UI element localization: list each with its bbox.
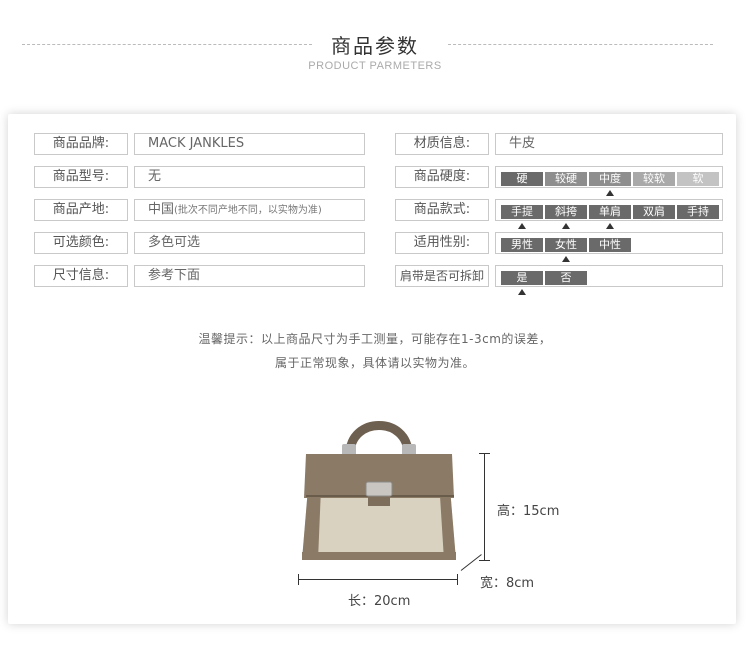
height-line-cap-bottom bbox=[479, 560, 490, 561]
origin-country: 中国 bbox=[148, 202, 175, 217]
style-options: 手提 斜挎 单肩 双肩 手持 bbox=[495, 199, 723, 221]
gender-options: 男性 女性 中性 bbox=[495, 232, 723, 254]
height-dimension: 高：15cm bbox=[497, 504, 560, 519]
gender-selected-marker bbox=[562, 256, 570, 262]
strap-label: 肩带是否可拆卸 bbox=[395, 265, 489, 287]
tip-line-1: 温馨提示：以上商品尺寸为手工测量，可能存在1-3cm的误差， bbox=[198, 332, 552, 346]
model-label: 商品型号: bbox=[34, 166, 128, 188]
strap-options: 是 否 bbox=[495, 265, 723, 287]
page-title: 商品参数 bbox=[331, 34, 419, 58]
height-line bbox=[484, 453, 485, 561]
hardness-option-fairly-soft: 较软 bbox=[633, 172, 675, 186]
page-subtitle: PRODUCT PARMETERS bbox=[308, 60, 442, 72]
bag-handle bbox=[345, 421, 413, 455]
length-line-cap-right bbox=[457, 574, 458, 585]
section-header: 商品参数 PRODUCT PARMETERS bbox=[0, 0, 750, 90]
hardness-options: 硬 较硬 中度 较软 软 bbox=[495, 166, 723, 188]
origin-label: 商品产地: bbox=[34, 199, 128, 221]
style-option-clutch: 手持 bbox=[677, 205, 719, 219]
hardness-option-medium: 中度 bbox=[589, 172, 631, 186]
length-line-cap-left bbox=[298, 574, 299, 585]
gender-label: 适用性别: bbox=[395, 232, 489, 254]
handbag-image bbox=[302, 421, 456, 560]
gender-option-female: 女性 bbox=[545, 238, 587, 252]
model-value: 无 bbox=[134, 166, 365, 188]
height-line-cap-top bbox=[479, 453, 490, 454]
style-selected-marker-crossbody bbox=[562, 223, 570, 229]
style-label: 商品款式: bbox=[395, 199, 489, 221]
hardness-option-fairly-hard: 较硬 bbox=[545, 172, 587, 186]
origin-value: 中国(批次不同产地不同，以实物为准) bbox=[134, 199, 365, 221]
hardness-option-hard: 硬 bbox=[501, 172, 543, 186]
style-option-crossbody: 斜挎 bbox=[545, 205, 587, 219]
origin-note: (批次不同产地不同，以实物为准) bbox=[174, 205, 322, 216]
size-label: 尺寸信息: bbox=[34, 265, 128, 287]
length-line bbox=[298, 579, 458, 580]
size-value: 参考下面 bbox=[134, 265, 365, 287]
hardness-selected-marker bbox=[606, 190, 614, 196]
style-selected-marker-shoulder bbox=[606, 223, 614, 229]
bag-turn-lock bbox=[365, 481, 393, 497]
bag-bottom bbox=[302, 552, 456, 560]
brand-value: MACK JANKLES bbox=[134, 133, 365, 155]
color-value: 多色可选 bbox=[134, 232, 365, 254]
length-dimension: 长：20cm bbox=[348, 594, 411, 609]
style-option-backpack: 双肩 bbox=[633, 205, 675, 219]
material-label: 材质信息: bbox=[395, 133, 489, 155]
gender-option-male: 男性 bbox=[501, 238, 543, 252]
strap-option-yes: 是 bbox=[501, 271, 543, 285]
strap-option-no: 否 bbox=[545, 271, 587, 285]
hardness-option-soft: 软 bbox=[677, 172, 719, 186]
style-selected-marker-handheld bbox=[518, 223, 526, 229]
material-value: 牛皮 bbox=[495, 133, 723, 155]
style-option-handheld: 手提 bbox=[501, 205, 543, 219]
width-dimension: 宽：8cm bbox=[480, 576, 535, 591]
style-option-shoulder: 单肩 bbox=[589, 205, 631, 219]
color-label: 可选颜色: bbox=[34, 232, 128, 254]
strap-selected-marker bbox=[518, 289, 526, 295]
tip-line-2: 属于正常现象，具体请以实物为准。 bbox=[274, 356, 475, 370]
hardness-label: 商品硬度: bbox=[395, 166, 489, 188]
brand-label: 商品品牌: bbox=[34, 133, 128, 155]
gender-option-unisex: 中性 bbox=[589, 238, 631, 252]
